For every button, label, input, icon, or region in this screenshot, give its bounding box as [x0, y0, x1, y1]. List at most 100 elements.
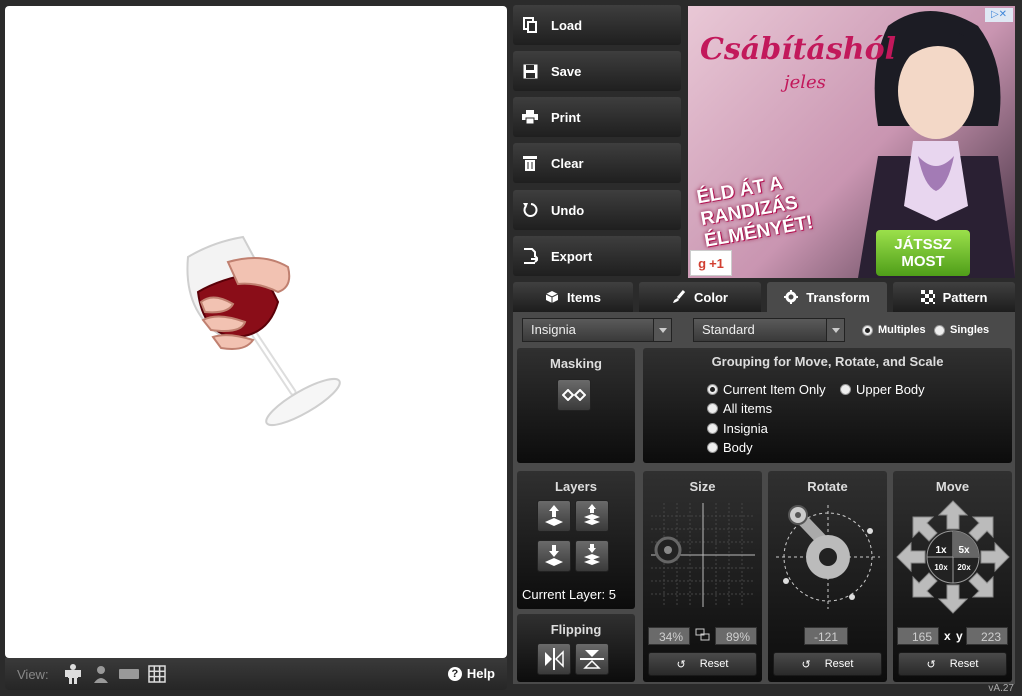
mask-diamonds-icon — [562, 389, 586, 401]
rotate-dial-control[interactable] — [772, 499, 884, 611]
grouping-option-body[interactable]: Body — [707, 440, 753, 455]
print-label: Print — [551, 109, 581, 125]
layers-title: Layers — [555, 479, 597, 494]
reset-icon: ↺ — [801, 658, 811, 671]
move-to-top-layer-button[interactable] — [575, 500, 609, 532]
help-label: Help — [466, 666, 495, 681]
flip-horizontal-icon — [545, 648, 564, 670]
ad-choices-badge[interactable]: ▷✕ — [985, 8, 1013, 22]
layers-box: Layers Current Layer: 5 — [517, 471, 635, 609]
wide-view-icon[interactable] — [118, 664, 139, 684]
tab-color[interactable]: Color — [639, 282, 761, 312]
radio-checked — [862, 324, 873, 336]
flipping-title: Flipping — [550, 622, 602, 637]
tab-transform-label: Transform — [806, 289, 870, 305]
size-unit: % — [672, 630, 683, 644]
checker-icon — [920, 290, 935, 304]
tab-color-label: Color — [694, 289, 728, 305]
brush-icon — [672, 290, 686, 304]
grouping-option-insignia[interactable]: Insignia — [707, 421, 768, 436]
item-select[interactable]: Insignia — [522, 318, 672, 342]
move-step-1x[interactable]: 1x — [935, 545, 947, 556]
rotate-box: Rotate -121 ↺ Reset — [768, 471, 887, 682]
drawing-canvas[interactable] — [5, 6, 507, 658]
rotate-title: Rotate — [807, 479, 848, 494]
clear-label: Clear — [551, 155, 584, 171]
print-button[interactable]: Print — [513, 97, 681, 137]
singles-radio[interactable]: Singles — [934, 324, 989, 336]
move-y-value: 223 — [980, 630, 1001, 644]
link-proportions-icon[interactable] — [695, 628, 711, 647]
move-up-layer-button[interactable] — [537, 500, 571, 532]
google-plus-button[interactable]: g +1 — [690, 250, 732, 276]
flip-vertical-button[interactable] — [575, 643, 609, 675]
ad-logo: Csábításhól — [700, 32, 896, 67]
advertisement-banner[interactable]: ▷✕ Csábításhól jeles ÉLD ÁT A RANDIZÁS É… — [688, 6, 1015, 278]
item-select-value: Insignia — [531, 322, 576, 337]
move-step-10x[interactable]: 10x — [934, 563, 948, 572]
tab-items[interactable]: Items — [513, 282, 633, 312]
size-reset-button[interactable]: ↺ Reset — [648, 652, 757, 676]
save-button[interactable]: Save — [513, 51, 681, 91]
move-step-20x[interactable]: 20x — [957, 563, 971, 572]
load-label: Load — [551, 17, 583, 33]
rotate-angle-field[interactable]: -121 — [804, 627, 848, 645]
size-height-field[interactable]: 89% — [715, 627, 757, 645]
grouping-option-current-item[interactable]: Current Item Only — [707, 382, 826, 397]
grouping-option-upper-body[interactable]: Upper Body — [840, 382, 925, 397]
trash-icon — [521, 154, 539, 172]
radio-unchecked — [840, 384, 851, 395]
masking-title: Masking — [549, 356, 602, 371]
radio-unchecked — [707, 403, 718, 414]
move-box: Move 1x 5x 10x 20x 165 x y 223 ↺ Reset — [893, 471, 1012, 682]
size-unit: % — [739, 630, 750, 644]
grid-view-icon[interactable] — [147, 664, 167, 684]
reset-icon: ↺ — [926, 658, 936, 671]
move-y-field[interactable]: 223 — [966, 627, 1008, 645]
move-x-value: 165 — [911, 630, 932, 644]
move-down-layer-button[interactable] — [537, 540, 571, 572]
move-to-bottom-layer-button[interactable] — [575, 540, 609, 572]
full-body-view-icon[interactable] — [63, 664, 83, 684]
move-x-field[interactable]: 165 — [897, 627, 939, 645]
chevron-down-icon — [653, 319, 671, 341]
tab-transform[interactable]: Transform — [767, 282, 887, 312]
view-label: View: — [17, 666, 49, 682]
export-label: Export — [551, 248, 593, 264]
multiples-label: Multiples — [878, 324, 926, 336]
ad-play-button[interactable]: JÁTSSZ MOST — [876, 230, 970, 276]
bust-view-icon[interactable] — [91, 664, 111, 684]
move-y-label: y — [956, 629, 963, 643]
load-button[interactable]: Load — [513, 5, 681, 45]
help-button[interactable]: ? Help — [447, 666, 495, 681]
mask-toggle-button[interactable] — [557, 379, 591, 411]
singles-label: Singles — [950, 324, 990, 336]
save-label: Save — [551, 63, 582, 79]
undo-button[interactable]: Undo — [513, 190, 681, 230]
move-arrows-control[interactable]: 1x 5x 10x 20x — [895, 499, 1011, 615]
export-button[interactable]: Export — [513, 236, 681, 276]
move-step-5x[interactable]: 5x — [958, 545, 970, 556]
arrow-bottom-layer-icon — [584, 544, 600, 565]
move-reset-button[interactable]: ↺ Reset — [898, 652, 1007, 676]
export-icon — [521, 247, 539, 265]
current-layer-value: 5 — [608, 587, 616, 602]
undo-label: Undo — [551, 202, 585, 218]
grouping-option-all-items[interactable]: All items — [707, 401, 772, 416]
current-layer-label: Current Layer: — [522, 587, 606, 602]
multiples-radio[interactable]: Multiples — [862, 324, 926, 336]
radio-unchecked — [707, 423, 718, 434]
reset-icon: ↺ — [676, 658, 686, 671]
move-title: Move — [935, 479, 970, 494]
flip-horizontal-button[interactable] — [537, 643, 571, 675]
chevron-down-icon — [826, 319, 844, 341]
size-width-field[interactable]: 34% — [648, 627, 690, 645]
wine-glass-hand-illustration[interactable] — [5, 6, 507, 658]
clear-button[interactable]: Clear — [513, 143, 681, 183]
size-grid-control[interactable] — [651, 503, 755, 607]
rotate-reset-button[interactable]: ↺ Reset — [773, 652, 882, 676]
mode-select[interactable]: Standard — [693, 318, 845, 342]
tab-pattern[interactable]: Pattern — [893, 282, 1015, 312]
rotate-angle-value: -121 — [813, 630, 839, 644]
mode-select-value: Standard — [702, 322, 755, 337]
